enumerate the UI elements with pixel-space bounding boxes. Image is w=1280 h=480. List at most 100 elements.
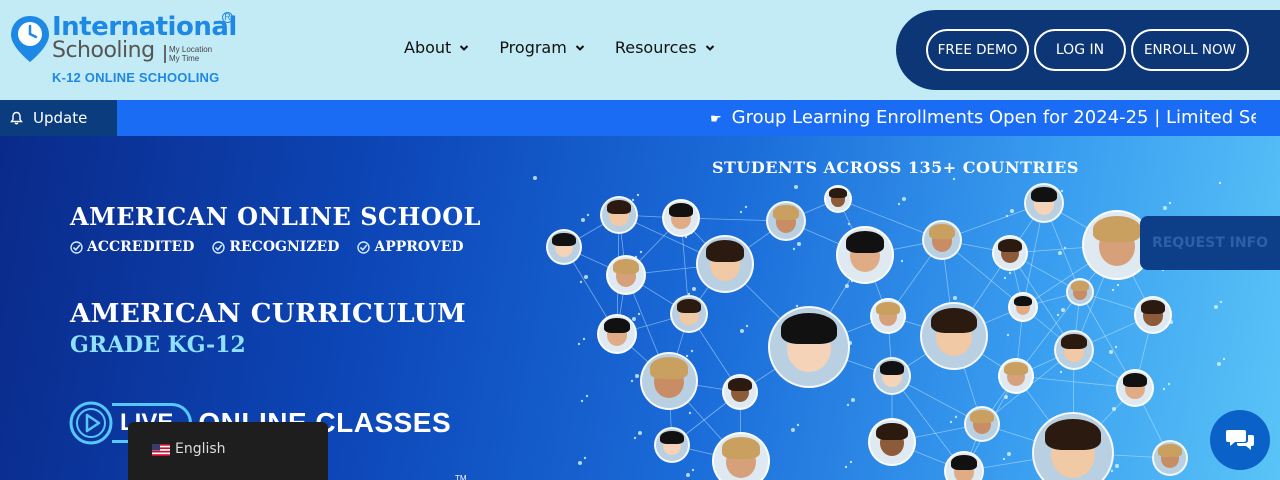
language-label: English bbox=[175, 441, 226, 457]
nav-item-resources[interactable]: Resources bbox=[615, 38, 715, 57]
student-avatar bbox=[640, 352, 698, 410]
avatar-hair bbox=[705, 240, 745, 262]
chat-bubbles-icon bbox=[1226, 430, 1254, 450]
student-avatar bbox=[1152, 440, 1188, 476]
network-node bbox=[585, 394, 589, 398]
main-nav: About Program Resources bbox=[404, 38, 745, 57]
network-node bbox=[847, 222, 851, 226]
network-node bbox=[688, 411, 692, 415]
nav-item-label: About bbox=[404, 38, 452, 57]
network-node bbox=[1163, 206, 1167, 210]
student-avatar bbox=[873, 357, 911, 395]
avatar-hair bbox=[876, 301, 900, 315]
chevron-down-icon bbox=[705, 44, 714, 51]
network-node bbox=[849, 460, 853, 464]
nav-item-program[interactable]: Program bbox=[499, 38, 585, 57]
avatar-hair bbox=[773, 205, 799, 220]
logo-line2: Schooling bbox=[52, 38, 155, 63]
check-circle-icon bbox=[212, 240, 226, 254]
network-node bbox=[739, 210, 743, 214]
play-icon bbox=[69, 401, 113, 445]
network-node bbox=[1056, 313, 1060, 317]
student-avatar bbox=[992, 235, 1028, 271]
network-node bbox=[639, 250, 643, 254]
avatar-hair bbox=[676, 299, 702, 313]
site-logo[interactable]: International R Schooling My Location My… bbox=[10, 12, 237, 88]
student-avatar bbox=[662, 199, 700, 237]
network-node bbox=[902, 197, 906, 201]
student-avatar bbox=[1116, 369, 1154, 407]
students-across-title: STUDENTS ACROSS 135+ COUNTRIES bbox=[712, 158, 1079, 177]
news-ticker[interactable]: ☛ Group Learning Enrollments Open for 202… bbox=[710, 100, 1256, 136]
avatar-hair bbox=[780, 312, 838, 344]
network-node bbox=[638, 431, 642, 435]
update-label-text: Update bbox=[33, 109, 88, 127]
student-avatar bbox=[870, 298, 906, 334]
network-node bbox=[1167, 382, 1171, 386]
nav-item-about[interactable]: About bbox=[404, 38, 469, 57]
free-demo-button[interactable]: FREE DEMO bbox=[926, 29, 1029, 71]
network-node bbox=[1114, 345, 1118, 349]
student-avatar bbox=[606, 255, 646, 295]
network-node bbox=[1116, 283, 1120, 287]
avatar-hair bbox=[1004, 361, 1028, 375]
trademark-mark: TM bbox=[455, 474, 467, 480]
student-avatar bbox=[964, 406, 1000, 442]
student-avatar bbox=[868, 418, 916, 466]
avatar-hair bbox=[1071, 281, 1089, 292]
avatar-hair bbox=[1061, 334, 1087, 349]
student-avatar bbox=[1066, 278, 1094, 306]
student-avatar bbox=[722, 374, 758, 410]
network-node bbox=[740, 329, 744, 333]
network-node bbox=[630, 379, 634, 383]
network-node bbox=[580, 399, 584, 403]
network-node bbox=[692, 287, 696, 291]
network-node bbox=[1109, 350, 1113, 354]
location-clock-icon bbox=[11, 16, 49, 62]
network-node bbox=[744, 205, 748, 209]
network-node bbox=[1214, 305, 1218, 309]
network-node bbox=[1004, 395, 1008, 399]
network-node bbox=[635, 374, 639, 378]
network-node bbox=[1112, 407, 1116, 411]
network-node bbox=[846, 403, 850, 407]
network-node bbox=[1058, 251, 1062, 255]
site-header: International R Schooling My Location My… bbox=[0, 0, 1280, 100]
network-node bbox=[586, 213, 590, 217]
avatar-hair bbox=[879, 361, 905, 375]
network-node bbox=[1006, 333, 1010, 337]
network-node bbox=[582, 337, 586, 341]
student-avatar bbox=[600, 196, 638, 234]
us-flag-icon bbox=[152, 444, 170, 456]
network-node bbox=[1217, 362, 1221, 366]
language-switcher[interactable]: English bbox=[128, 422, 328, 480]
network-node bbox=[577, 342, 581, 346]
request-info-button[interactable]: REQUEST INFO bbox=[1140, 216, 1280, 270]
avatar-hair bbox=[829, 188, 847, 199]
check-circle-icon bbox=[70, 240, 83, 254]
grade-range: GRADE KG-12 bbox=[70, 332, 246, 358]
student-avatar bbox=[768, 306, 850, 388]
chat-button[interactable] bbox=[1210, 410, 1270, 470]
network-node bbox=[1115, 464, 1119, 468]
network-node bbox=[952, 177, 956, 181]
chevron-down-icon bbox=[460, 44, 469, 51]
network-node bbox=[633, 436, 637, 440]
network-node bbox=[900, 259, 904, 263]
check-label: APPROVED bbox=[374, 239, 464, 255]
avatar-hair bbox=[1158, 443, 1182, 457]
student-avatar bbox=[670, 295, 708, 333]
network-node bbox=[1219, 300, 1223, 304]
network-node bbox=[690, 349, 694, 353]
avatar-hair bbox=[613, 259, 639, 274]
network-node bbox=[1162, 387, 1166, 391]
login-button[interactable]: LOG IN bbox=[1034, 29, 1126, 71]
cta-bar: FREE DEMO LOG IN ENROLL NOW bbox=[896, 10, 1280, 90]
network-node bbox=[954, 415, 958, 419]
student-avatar bbox=[546, 229, 582, 265]
enroll-now-button[interactable]: ENROLL NOW bbox=[1131, 29, 1249, 71]
avatar-hair bbox=[1031, 187, 1057, 202]
network-node bbox=[851, 398, 855, 402]
student-avatar bbox=[836, 226, 894, 284]
network-node bbox=[797, 242, 801, 246]
